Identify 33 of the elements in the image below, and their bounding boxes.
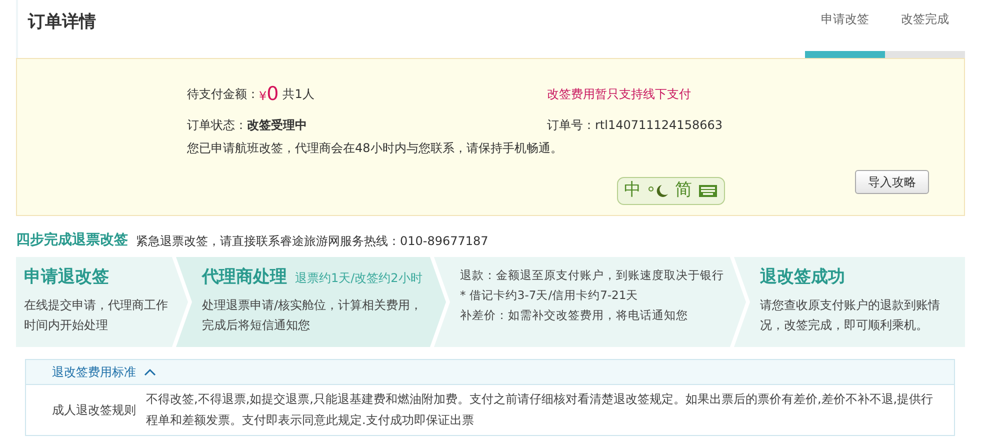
step-title: 申请退改签 [24, 266, 109, 289]
field-label: 待支付金额： [187, 86, 259, 103]
ime-mode: 中 [624, 179, 641, 202]
rule-label: 成人退改签规则 [51, 402, 137, 419]
field-label: 订单号： [547, 118, 595, 132]
order-number: rtl140711124158663 [595, 118, 722, 132]
page-title: 订单详情 [26, 11, 96, 34]
caret-up-icon[interactable] [144, 368, 156, 376]
info-message: 您已申请航班改签，代理商会在48小时内与您联系，请保持手机畅通。 [187, 140, 564, 157]
ime-script: 简 [675, 179, 692, 202]
step-description: 在线提交申请，代理商工作时间内开始处理 [24, 296, 169, 334]
payment-notice: 改签费用暂只支持线下支付 [547, 86, 691, 103]
ime-toolbar[interactable]: 中 简 [617, 177, 725, 205]
status-value: 改签受理中 [247, 117, 307, 134]
rule-text: 不得改签,不得退票,如提交退票,只能退基建费和燃油附加费。支付之前请仔细核对看清楚退改签规定。如果出票后的票价有差价,差价不补不退,提供行程单和差额发票。支付即表示同意此规定.支付成功即保证出票 [146, 391, 934, 429]
hotline-text: 紧急退票改签，请直接联系睿途旅游网服务热线：010-89677187 [136, 232, 488, 250]
rules-header[interactable]: 退改签费用标准 [26, 360, 954, 385]
import-guide-button[interactable]: 导入攻略 [855, 170, 929, 194]
amount-value: ¥0 [259, 82, 279, 107]
step-description: 补差价：如需补交改签费用，将电话通知您 [460, 307, 689, 324]
field-label: 订单状态： [187, 117, 247, 134]
step-description: 退款：金额退至原支付账户，到账速度取决于银行 [460, 267, 725, 284]
moon-icon[interactable] [647, 183, 669, 199]
rules-title: 退改签费用标准 [52, 364, 136, 381]
step-description: 处理退票申请/核实舱位，计算相关费用，完成后将短信通知您 [202, 296, 424, 334]
section-title: 四步完成退票改签 [16, 230, 128, 250]
step-description: 请您查收原支付账户的退款到账情况，改签完成，即可顺利乘机。 [760, 296, 941, 334]
step-title: 代理商处理 [202, 266, 287, 289]
step-description: * 借记卡约3-7天/信用卡约7-21天 [460, 287, 640, 304]
passenger-count: 共1人 [282, 86, 314, 103]
step-subtitle: 退票约1天/改签约2小时 [295, 270, 422, 287]
keyboard-icon[interactable] [698, 184, 718, 198]
step-title: 退改签成功 [760, 266, 845, 289]
